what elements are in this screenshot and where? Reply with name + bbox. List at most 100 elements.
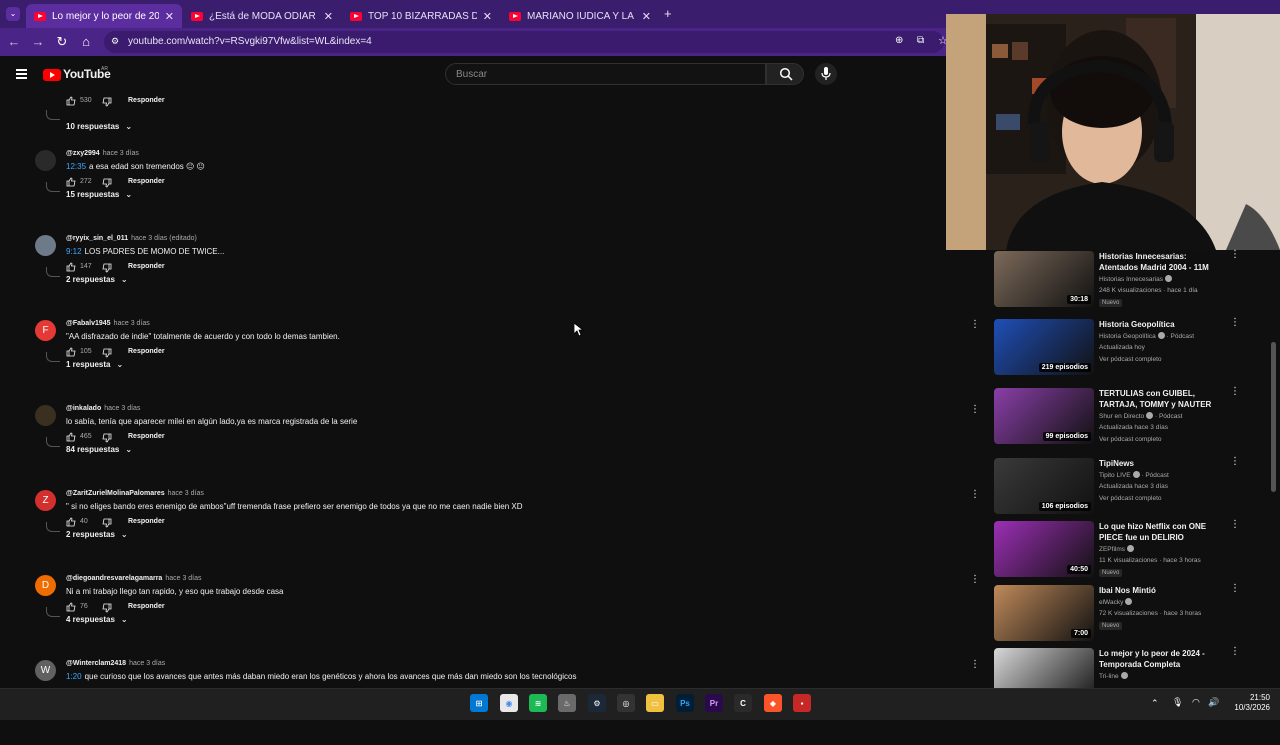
like-icon[interactable] xyxy=(66,177,76,187)
comment-author[interactable]: @diegoandresvarelagamarra xyxy=(66,575,162,582)
more-options-icon[interactable]: ⋮ xyxy=(1230,387,1240,397)
sidebar-video[interactable]: 40:50 Lo que hizo Netflix con ONE PIECE f… xyxy=(994,520,1274,583)
view-replies-button[interactable]: 2 respuestas ⌄ xyxy=(66,275,128,284)
avatar[interactable]: F xyxy=(35,320,56,341)
more-options-icon[interactable]: ⋮ xyxy=(970,490,980,500)
comment-author[interactable]: @zxy2994 xyxy=(66,150,100,157)
view-replies-button[interactable]: 15 respuestas ⌄ xyxy=(66,190,132,199)
brave-icon[interactable]: ◆ xyxy=(764,694,782,712)
video-title[interactable]: Historia Geopolítica xyxy=(1099,319,1224,330)
channel-name[interactable]: Tri-line xyxy=(1099,672,1128,680)
view-full-podcast-link[interactable]: Ver pódcast completo xyxy=(1099,356,1162,363)
sidebar-video[interactable]: 7:00 Ibai Nos Mintió elWacky 72 K visualiza… xyxy=(994,584,1274,647)
video-title[interactable]: TipiNews xyxy=(1099,458,1224,469)
comment-author[interactable]: @ryyix_sin_el_011 xyxy=(66,235,128,242)
comment-author[interactable]: @inkalado xyxy=(66,405,101,412)
avatar[interactable]: Z xyxy=(35,490,56,511)
comment-time[interactable]: hace 3 días (editado) xyxy=(131,235,197,242)
sidebar-video[interactable]: 99 episodios TERTULIAS con GUIBEL, TARTAJ… xyxy=(994,387,1274,450)
comment-timestamp-link[interactable]: 9:12 xyxy=(66,247,82,256)
reply-button[interactable]: Responder xyxy=(128,433,165,440)
channel-name[interactable]: ZEPfilms xyxy=(1099,545,1134,553)
sidebar-video[interactable]: 30:18 Historias Innecesarias: Atentados M… xyxy=(994,250,1274,313)
more-options-icon[interactable]: ⋮ xyxy=(1230,647,1240,657)
chrome-icon[interactable]: ◉ xyxy=(500,694,518,712)
reply-button[interactable]: Responder xyxy=(128,348,165,355)
view-replies-button[interactable]: 2 respuestas ⌄ xyxy=(66,530,128,539)
like-icon[interactable] xyxy=(66,262,76,272)
back-icon[interactable]: ← xyxy=(6,34,22,49)
channel-name[interactable]: elWacky xyxy=(1099,598,1133,606)
avatar[interactable] xyxy=(35,150,56,171)
video-thumbnail[interactable]: 219 episodios xyxy=(994,319,1094,375)
ccleaner-icon[interactable]: C xyxy=(734,694,752,712)
comment-time[interactable]: hace 3 días xyxy=(103,150,139,157)
video-title[interactable]: Historias Innecesarias: Atentados Madrid… xyxy=(1099,251,1224,273)
view-full-podcast-link[interactable]: Ver pódcast completo xyxy=(1099,436,1162,443)
channel-name[interactable]: Tipito LIVE · Pódcast xyxy=(1099,471,1169,479)
comment-time[interactable]: hace 3 días xyxy=(104,405,140,412)
dislike-icon[interactable] xyxy=(102,97,112,107)
video-thumbnail[interactable]: 40:50 xyxy=(994,521,1094,577)
view-replies-button[interactable]: 1 respuesta ⌄ xyxy=(66,360,123,369)
search-input[interactable]: Buscar xyxy=(445,63,766,85)
close-tab-icon[interactable]: ✕ xyxy=(642,10,651,23)
reply-button[interactable]: Responder xyxy=(128,603,165,610)
dislike-icon[interactable] xyxy=(102,518,112,528)
reply-button[interactable]: Responder xyxy=(128,263,165,270)
search-button[interactable] xyxy=(766,63,804,85)
ps-icon[interactable]: Ps xyxy=(676,694,694,712)
sidebar-video[interactable]: 219 episodios Historia Geopolítica Histori… xyxy=(994,318,1274,381)
more-options-icon[interactable]: ⋮ xyxy=(970,320,980,330)
forward-icon[interactable]: → xyxy=(30,34,46,49)
close-tab-icon[interactable]: ✕ xyxy=(165,10,174,23)
comment-time[interactable]: hace 3 días xyxy=(129,660,165,667)
comment-timestamp-link[interactable]: 1:20 xyxy=(66,672,82,681)
url-field[interactable]: ⚙ youtube.com/watch?v=RSvgki97Vfw&list=W… xyxy=(104,31,944,53)
reload-icon[interactable]: ↻ xyxy=(54,34,70,50)
comment-author[interactable]: @Winterclam2418 xyxy=(66,660,126,667)
close-tab-icon[interactable]: ✕ xyxy=(483,10,492,23)
reply-button[interactable]: Responder xyxy=(128,97,165,104)
dislike-icon[interactable] xyxy=(102,348,112,358)
video-title[interactable]: Lo que hizo Netflix con ONE PIECE fue un… xyxy=(1099,521,1224,543)
more-options-icon[interactable]: ⋮ xyxy=(1230,520,1240,530)
more-options-icon[interactable]: ⋮ xyxy=(970,405,980,415)
system-clock[interactable]: 21:50 10/3/2026 xyxy=(1222,693,1270,713)
wifi-icon[interactable]: ◠ xyxy=(1192,697,1200,708)
app-red-icon[interactable]: ▪ xyxy=(793,694,811,712)
pr-icon[interactable]: Pr xyxy=(705,694,723,712)
voice-search-button[interactable] xyxy=(815,63,837,85)
browser-tab[interactable]: ¿Está de MODA ODIAR a los VI ✕ xyxy=(183,4,341,28)
video-title[interactable]: TERTULIAS con GUIBEL, TARTAJA, TOMMY y N… xyxy=(1099,388,1224,410)
more-options-icon[interactable]: ⋮ xyxy=(1230,584,1240,594)
channel-name[interactable]: Historias Innecesarias xyxy=(1099,275,1172,283)
comment-time[interactable]: hace 3 días xyxy=(114,320,150,327)
like-icon[interactable] xyxy=(66,347,76,357)
site-info-icon[interactable]: ⚙ xyxy=(111,36,119,47)
files-icon[interactable]: ▭ xyxy=(646,694,664,712)
comment-timestamp-link[interactable]: 12:35 xyxy=(66,162,86,171)
more-options-icon[interactable]: ⋮ xyxy=(970,660,980,670)
video-title[interactable]: Lo mejor y lo peor de 2024 - Temporada C… xyxy=(1099,648,1224,670)
more-options-icon[interactable]: ⋮ xyxy=(1230,457,1240,467)
browser-tab[interactable]: Lo mejor y lo peor de 2025 #6 ✕ xyxy=(26,4,182,28)
cast-icon[interactable]: ⧉ xyxy=(917,35,924,46)
view-full-podcast-link[interactable]: Ver pódcast completo xyxy=(1099,495,1162,502)
browser-tab[interactable]: TOP 10 BIZARRADAS DEL XOKA ✕ xyxy=(342,4,500,28)
like-icon[interactable] xyxy=(66,432,76,442)
dislike-icon[interactable] xyxy=(102,178,112,188)
sidebar-video[interactable]: 106 episodios TipiNews Tipito LIVE · Pódca… xyxy=(994,457,1274,520)
steam-icon[interactable]: ⚙ xyxy=(588,694,606,712)
avatar[interactable] xyxy=(35,235,56,256)
close-tab-icon[interactable]: ✕ xyxy=(324,10,333,23)
hamburger-menu-icon[interactable] xyxy=(16,69,27,79)
channel-name[interactable]: Shur en Directo · Pódcast xyxy=(1099,412,1182,420)
comment-author[interactable]: @Fabalv1945 xyxy=(66,320,111,327)
dislike-icon[interactable] xyxy=(102,603,112,613)
zoom-icon[interactable]: ⊕ xyxy=(895,35,903,46)
video-thumbnail[interactable]: 7:00 xyxy=(994,585,1094,641)
reply-button[interactable]: Responder xyxy=(128,518,165,525)
tray-chevron-icon[interactable]: ⌃ xyxy=(1151,698,1159,709)
like-icon[interactable] xyxy=(66,96,76,106)
